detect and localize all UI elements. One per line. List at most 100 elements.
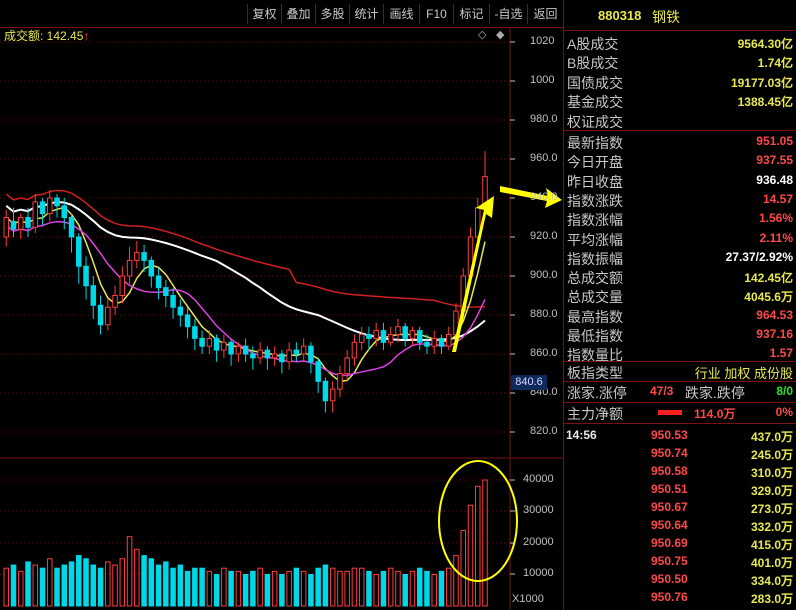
candle [271,353,278,359]
quote-label: 最新指数 [567,135,623,151]
up-arrow-icon: ↑ [83,29,90,43]
volume-bar [141,555,147,607]
quote-row: 国债成交 19177.03亿 [564,72,796,91]
quote-value: 936.48 [756,172,793,187]
quote-label: B股成交 [567,55,619,72]
volume-bar [286,570,292,607]
volume-bar [264,574,271,607]
limit-row: 涨家.涨停 47/3 跌家.跌停 8/0 [564,382,796,401]
quote-value: 1.56% [758,211,793,226]
volume-bar [10,564,17,607]
kline-chart[interactable] [0,0,563,610]
main-force-row: 主力净额 114.0万 0% [564,403,796,422]
quote-label: 总成交量 [567,289,623,306]
price-axis-tick: 960.0 [530,152,558,164]
quote-value: 937.16 [756,327,793,341]
quote-label: 指数振幅 [567,250,623,267]
quote-row: 基金成交 1388.45亿 [564,91,796,110]
crosshair-price-tag: 840.6 [511,375,547,390]
volume-bar [126,536,133,607]
volume-bar [184,570,191,607]
down-limit-value: 8/0 [776,384,793,398]
volume-bar [293,567,300,607]
volume-axis-tick: 40000 [523,473,554,485]
diamond-icon[interactable]: ◇ [478,28,486,41]
price-axis-tick: 900.0 [530,269,558,281]
candle [39,201,46,215]
volume-bar [402,574,408,607]
candle [322,380,329,402]
sector-type-value[interactable]: 行业 加权 成份股 [695,363,793,382]
candle [54,197,60,207]
candle [373,330,379,339]
tick-row: 950.58 310.0万 [564,463,796,480]
tick-price: 950.67 [651,500,688,514]
candle [76,236,82,267]
candle [90,285,97,306]
candle [18,217,24,230]
volume-bar [68,561,75,607]
volume-bar [366,570,372,607]
quote-label: 今日开盘 [567,154,623,171]
tick-row: 950.69 415.0万 [564,535,796,552]
candle [192,326,198,339]
tick-price: 950.75 [651,554,688,568]
candle [416,330,423,343]
candle [293,349,300,355]
quote-value: 937.55 [756,153,793,168]
quote-value: 1.74亿 [757,56,793,71]
tick-price: 950.76 [651,590,688,604]
volume-bar [163,561,169,607]
turnover-label: 成交额: 142.45↑ [4,29,90,43]
candle [308,345,314,363]
volume-bar [453,555,459,607]
quote-value: 9564.30亿 [737,37,793,51]
volume-bar [250,570,256,607]
quote-value: 14.57 [762,191,793,206]
price-axis-tick: 820.0 [530,425,558,437]
candle [177,306,184,316]
candle [119,275,126,296]
candle [155,275,162,289]
candle [83,265,89,287]
candle [431,337,437,347]
volume-bar [460,529,466,607]
tick-price: 950.69 [651,536,688,550]
quote-row: 今日开盘 937.55 [564,151,796,170]
quote-label: 基金成交 [567,94,623,111]
quote-row: 总成交额 142.45亿 [564,267,796,286]
volume-bar [431,574,437,607]
tick-volume: 245.0万 [750,448,793,462]
tick-row: 950.75 401.0万 [564,553,796,570]
volume-bar [228,570,234,607]
tick-volume: 283.0万 [750,592,793,606]
volume-bar [438,570,445,607]
candle [445,334,452,347]
candle [206,337,213,347]
volume-bar [32,564,39,607]
tick-volume: 273.0万 [750,502,793,516]
candle [257,349,263,359]
tick-volume: 310.0万 [750,466,793,480]
quote-value: 2.11% [759,230,793,245]
quote-value: 964.53 [756,307,793,322]
volume-bar [235,570,242,607]
candle [337,373,343,390]
volume-bar [54,567,60,607]
tick-row: 950.53 437.0万 [564,427,796,444]
tick-row: 950.76 283.0万 [564,589,796,606]
candle [286,349,292,363]
price-axis-tick: 940.0 [530,191,558,203]
main-force-value: 114.0万 [694,407,736,421]
diamond-filled-icon[interactable]: ◆ [496,28,504,41]
quote-value: 1.57 [769,346,793,361]
price-axis-tick: 980.0 [530,113,558,125]
volume-bar [47,558,53,607]
sector-type-label: 板指类型 [567,365,623,381]
candle [126,259,133,277]
volume-bar [61,564,68,607]
candle [97,304,104,326]
volume-bar [315,567,321,607]
quote-label: 最高指数 [567,308,623,325]
index-name: 钢铁 [652,9,680,25]
